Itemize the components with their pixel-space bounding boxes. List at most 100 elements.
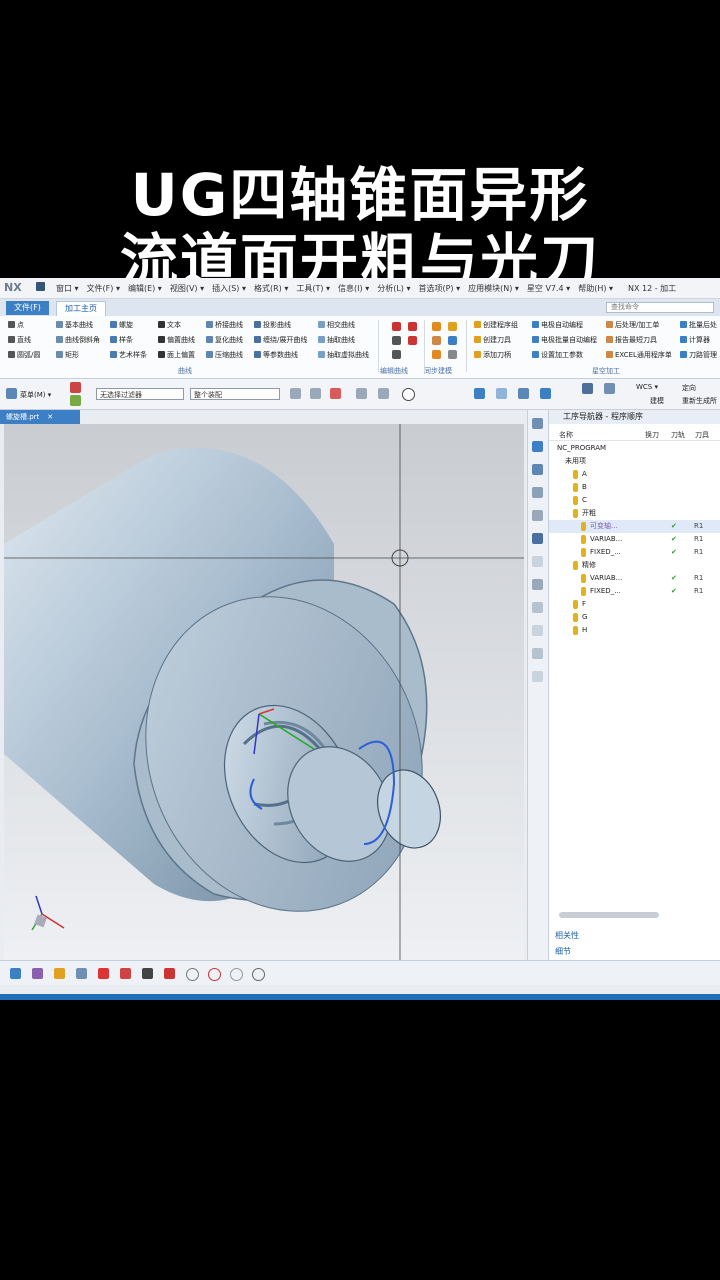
ribbon-curve-col2-item-1[interactable]: 曲线倒斜角 — [56, 335, 100, 345]
graphics-viewport[interactable] — [4, 424, 524, 960]
edit-tool-icon-10[interactable] — [448, 350, 457, 359]
ribbon-cam-col4-item-2[interactable]: 刀路管理 — [680, 350, 717, 360]
navigator-row[interactable]: F — [549, 598, 720, 611]
paint-select-icon[interactable] — [70, 395, 81, 406]
menu-item-7[interactable]: 信息(I) ▾ — [338, 284, 369, 293]
ribbon-curve-col6-item-1[interactable]: 缠绕/展开曲线 — [254, 335, 307, 345]
wcs-dropdown[interactable]: WCS ▾ — [636, 383, 658, 391]
command-finder-input[interactable] — [606, 302, 714, 313]
navigator-row[interactable]: NC_PROGRAM — [549, 442, 720, 455]
render-style-icon[interactable] — [604, 383, 615, 394]
bottom-tool-icon-11[interactable] — [252, 968, 265, 981]
menu-item-2[interactable]: 编辑(E) ▾ — [128, 284, 162, 293]
details-panel[interactable]: 细节 — [555, 946, 571, 957]
ribbon-cam-col1-item-1[interactable]: 创建刀具 — [474, 335, 511, 345]
resource-tab-icon-8[interactable] — [532, 602, 543, 613]
ribbon-curve-col7-item-0[interactable]: 相交曲线 — [318, 320, 355, 330]
navigator-row[interactable]: VARIAB... ✔ R1 — [549, 572, 720, 585]
menu-item-8[interactable]: 分析(L) ▾ — [377, 284, 410, 293]
bottom-tool-icon-4[interactable] — [98, 968, 109, 979]
view-rotate-icon[interactable] — [540, 388, 551, 399]
view-pan-icon[interactable] — [518, 388, 529, 399]
ribbon-curve-col5-item-2[interactable]: 压缩曲线 — [206, 350, 243, 360]
navigator-row[interactable]: B — [549, 481, 720, 494]
ribbon-cam-col3-item-0[interactable]: 后处理/加工单 — [606, 320, 659, 330]
navigator-row[interactable]: 精修 — [549, 559, 720, 572]
resource-tab-icon-3[interactable] — [532, 487, 543, 498]
navigator-row[interactable]: C — [549, 494, 720, 507]
menu-item-3[interactable]: 视图(V) ▾ — [170, 284, 204, 293]
navigator-row[interactable]: H — [549, 624, 720, 637]
resource-tab-icon-11[interactable] — [532, 671, 543, 682]
menu-item-4[interactable]: 插入(S) ▾ — [212, 284, 246, 293]
menu-button[interactable]: 菜单(M) ▾ — [20, 390, 51, 400]
menu-item-6[interactable]: 工具(T) ▾ — [296, 284, 330, 293]
ribbon-curve-col1-item-1[interactable]: 直线 — [8, 335, 31, 345]
ribbon-cam-col2-item-1[interactable]: 电极批量自动编程 — [532, 335, 597, 345]
shading-icon[interactable] — [582, 383, 593, 394]
edit-tool-icon-1[interactable] — [408, 322, 417, 331]
column-tool[interactable]: 刀具 — [695, 430, 709, 440]
bottom-tool-icon-10[interactable] — [230, 968, 243, 981]
ribbon-cam-col2-item-0[interactable]: 电极自动编程 — [532, 320, 583, 330]
column-toolpath[interactable]: 刀轨 — [671, 430, 685, 440]
bottom-tool-icon-1[interactable] — [32, 968, 43, 979]
ribbon-curve-col5-item-0[interactable]: 桥接曲线 — [206, 320, 243, 330]
tab-file[interactable]: 文件(F) — [6, 301, 49, 315]
ribbon-curve-col6-item-2[interactable]: 等参数曲线 — [254, 350, 298, 360]
navigator-scrollbar[interactable] — [559, 912, 659, 918]
edit-tool-icon-4[interactable] — [392, 350, 401, 359]
edit-tool-icon-3[interactable] — [408, 336, 417, 345]
dependencies-panel[interactable]: 相关性 — [555, 930, 579, 941]
menu-item-5[interactable]: 格式(R) ▾ — [254, 284, 288, 293]
bottom-tool-icon-0[interactable] — [10, 968, 21, 979]
ribbon-cam-col3-item-1[interactable]: 报告最短刀具 — [606, 335, 657, 345]
ribbon-cam-col1-item-2[interactable]: 添加刀柄 — [474, 350, 511, 360]
edit-tool-icon-8[interactable] — [448, 336, 457, 345]
view-zoom-icon[interactable] — [496, 388, 507, 399]
bottom-tool-icon-5[interactable] — [120, 968, 131, 979]
snap-icon-6[interactable] — [402, 388, 415, 401]
resource-tab-icon-4[interactable] — [532, 510, 543, 521]
navigator-row[interactable]: VARIAB... ✔ R1 — [549, 533, 720, 546]
save-icon[interactable] — [36, 282, 45, 291]
type-filter-select[interactable]: 无选择过滤器 — [96, 388, 184, 400]
menu-item-11[interactable]: 星空 V7.4 ▾ — [527, 284, 570, 293]
resource-tab-icon-5[interactable] — [532, 533, 543, 544]
bottom-tool-icon-2[interactable] — [54, 968, 65, 979]
edit-tool-icon-2[interactable] — [392, 336, 401, 345]
ribbon-cam-col3-item-2[interactable]: EXCEL通用程序单 — [606, 350, 672, 360]
column-tool-change[interactable]: 换刀 — [645, 430, 659, 440]
ribbon-curve-col6-item-0[interactable]: 投影曲线 — [254, 320, 291, 330]
edit-tool-icon-7[interactable] — [432, 336, 441, 345]
ribbon-curve-col3-item-1[interactable]: 样条 — [110, 335, 133, 345]
ribbon-curve-col3-item-0[interactable]: 螺旋 — [110, 320, 133, 330]
menu-item-9[interactable]: 首选项(P) ▾ — [418, 284, 460, 293]
bottom-tool-icon-3[interactable] — [76, 968, 87, 979]
bottom-tool-icon-9[interactable] — [208, 968, 221, 981]
menu-item-0[interactable]: 窗口 ▾ — [56, 284, 79, 293]
column-name[interactable]: 名称 — [559, 430, 573, 440]
close-tab-icon[interactable]: ✕ — [47, 413, 53, 421]
edit-tool-icon-5[interactable] — [432, 322, 441, 331]
ribbon-curve-col1-item-0[interactable]: 点 — [8, 320, 24, 330]
ribbon-cam-col2-item-2[interactable]: 设置加工参数 — [532, 350, 583, 360]
edit-tool-icon-6[interactable] — [448, 322, 457, 331]
snap-icon-4[interactable] — [356, 388, 367, 399]
assembly-scope-select[interactable]: 整个装配 — [190, 388, 280, 400]
menu-item-10[interactable]: 应用模块(N) ▾ — [468, 284, 519, 293]
edit-tool-icon-0[interactable] — [392, 322, 401, 331]
navigator-row[interactable]: FIXED_... ✔ R1 — [549, 585, 720, 598]
resource-tab-icon-10[interactable] — [532, 648, 543, 659]
bottom-tool-icon-7[interactable] — [164, 968, 175, 979]
ribbon-curve-col4-item-0[interactable]: 文本 — [158, 320, 181, 330]
snap-icon-1[interactable] — [290, 388, 301, 399]
navigator-row[interactable]: FIXED_... ✔ R1 — [549, 546, 720, 559]
resource-tab-icon-7[interactable] — [532, 579, 543, 590]
menu-icon[interactable] — [6, 388, 17, 399]
ribbon-curve-col4-item-2[interactable]: 面上偏置 — [158, 350, 195, 360]
menu-item-12[interactable]: 帮助(H) ▾ — [578, 284, 613, 293]
orient-button[interactable]: 定向 — [682, 383, 696, 393]
ribbon-curve-col2-item-2[interactable]: 矩形 — [56, 350, 79, 360]
tab-machining-home[interactable]: 加工主页 — [56, 301, 106, 316]
